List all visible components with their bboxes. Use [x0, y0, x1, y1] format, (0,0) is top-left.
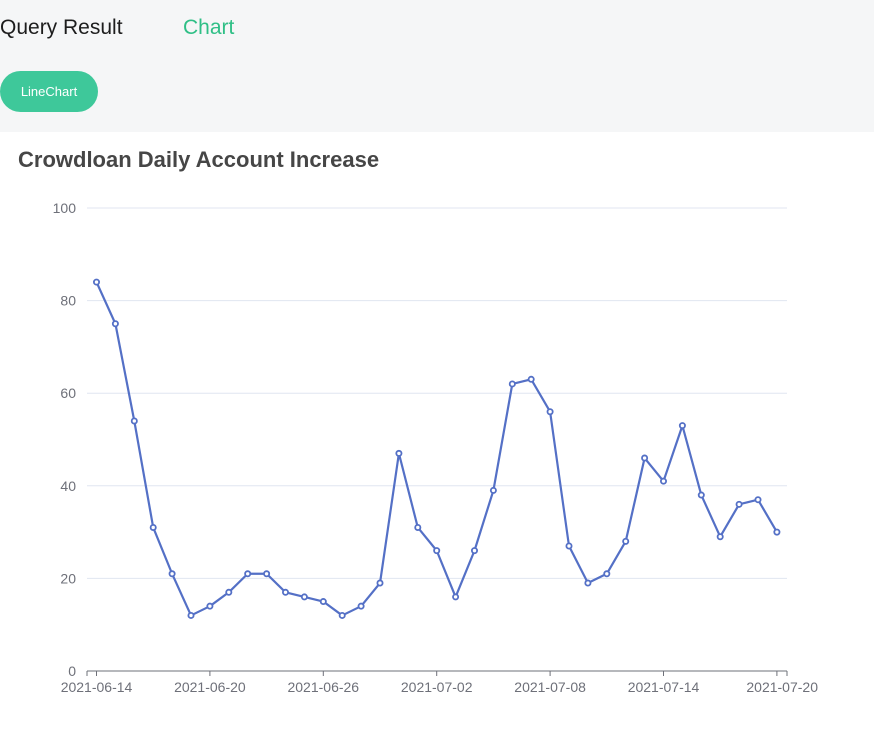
y-tick-label: 20: [60, 570, 76, 586]
line-chart: 020406080100 2021-06-14 2021-06-20 2021-06…: [53, 200, 819, 695]
data-point[interactable]: [225, 588, 233, 596]
x-tick-label: 2021-07-14: [628, 679, 700, 695]
data-point[interactable]: [716, 533, 724, 541]
x-tick-label: 2021-06-20: [174, 679, 246, 695]
data-point[interactable]: [187, 611, 195, 619]
data-point[interactable]: [300, 593, 308, 601]
grid-lines: [87, 207, 787, 579]
data-point[interactable]: [206, 602, 214, 610]
data-point[interactable]: [338, 611, 346, 619]
data-point[interactable]: [773, 528, 781, 536]
y-tick-label: 40: [60, 478, 76, 494]
x-tick-label: 2021-07-08: [514, 679, 586, 695]
x-tick-label: 2021-07-02: [401, 679, 473, 695]
data-point[interactable]: [395, 449, 403, 457]
data-point[interactable]: [470, 547, 478, 555]
data-point[interactable]: [281, 588, 289, 596]
data-point[interactable]: [263, 570, 271, 578]
data-point[interactable]: [414, 523, 422, 531]
x-axis: [86, 670, 788, 676]
data-point[interactable]: [244, 570, 252, 578]
y-tick-label: 80: [60, 293, 76, 309]
data-point[interactable]: [603, 570, 611, 578]
y-axis-labels: 0 20 40 60 80 100: [53, 200, 77, 679]
y-tick-label: 100: [53, 200, 77, 216]
x-tick-label: 2021-06-14: [61, 679, 133, 695]
data-point[interactable]: [697, 491, 705, 499]
series-line: [95, 281, 778, 617]
data-point[interactable]: [376, 579, 384, 587]
data-point[interactable]: [149, 523, 157, 531]
data-point[interactable]: [565, 542, 573, 550]
data-point[interactable]: [319, 598, 327, 606]
data-point[interactable]: [433, 547, 441, 555]
series-layer: [93, 278, 781, 619]
data-point[interactable]: [622, 537, 630, 545]
x-axis-labels: 2021-06-14 2021-06-20 2021-06-26 2021-07-02…: [61, 679, 819, 695]
data-point[interactable]: [130, 417, 138, 425]
x-tick-label: 2021-06-26: [287, 679, 359, 695]
data-point[interactable]: [93, 278, 101, 286]
data-point[interactable]: [357, 602, 365, 610]
data-point[interactable]: [527, 375, 535, 383]
data-point[interactable]: [660, 477, 668, 485]
data-point[interactable]: [754, 496, 762, 504]
x-tick-label: 2021-07-20: [746, 679, 818, 695]
data-point[interactable]: [735, 500, 743, 508]
data-point[interactable]: [546, 408, 554, 416]
data-point[interactable]: [489, 486, 497, 494]
data-point[interactable]: [168, 570, 176, 578]
data-point[interactable]: [508, 380, 516, 388]
data-point[interactable]: [678, 422, 686, 430]
y-tick-label: 0: [68, 663, 76, 679]
data-point[interactable]: [584, 579, 592, 587]
y-tick-label: 60: [60, 385, 76, 401]
data-point[interactable]: [641, 454, 649, 462]
data-point[interactable]: [452, 593, 460, 601]
data-point[interactable]: [111, 320, 119, 328]
